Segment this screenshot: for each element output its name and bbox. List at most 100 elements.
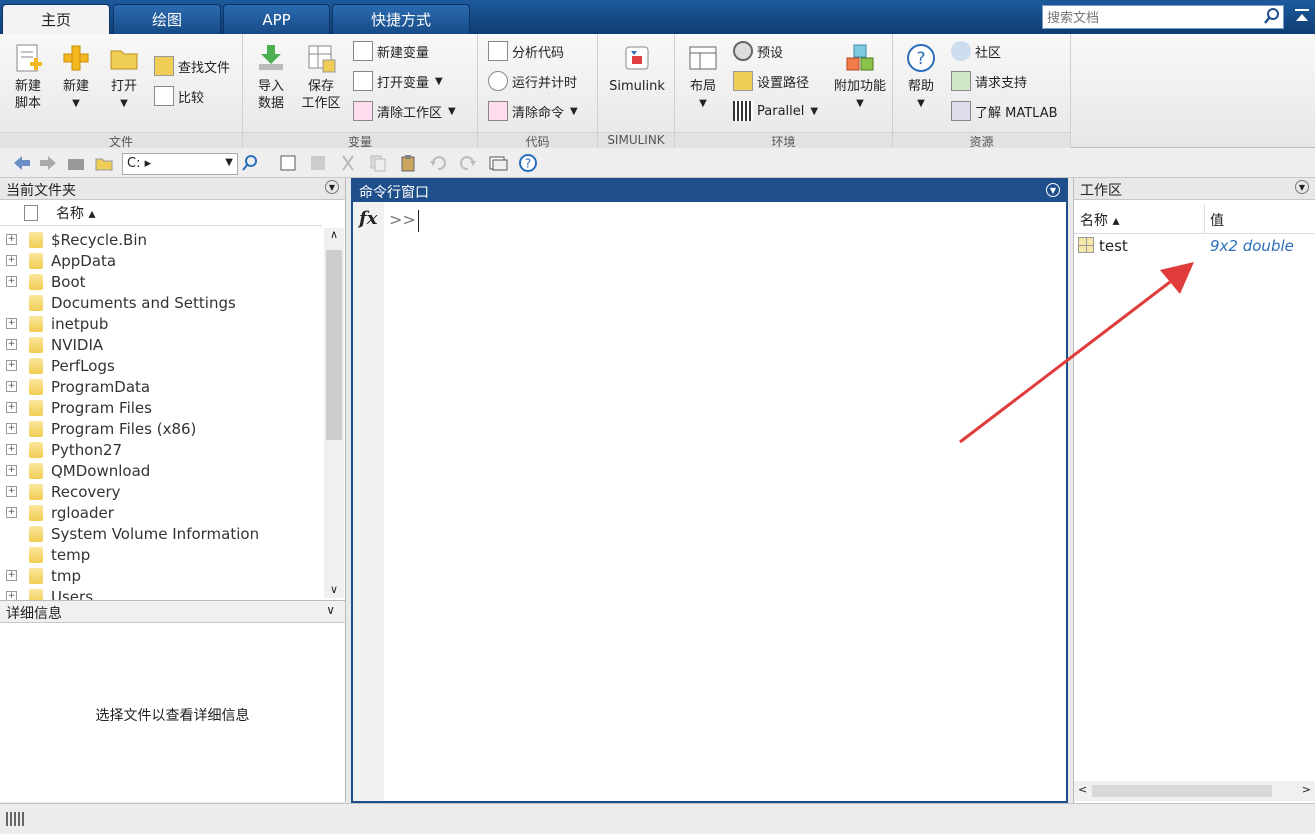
search-input[interactable] (1042, 5, 1284, 29)
tab-home[interactable]: 主页 (2, 4, 110, 34)
new-file-icon[interactable] (278, 153, 298, 173)
horizontal-scrollbar[interactable]: < > (1074, 781, 1315, 801)
forward-arrow-icon[interactable] (38, 153, 58, 173)
clear-commands-button[interactable]: 清除命令 ▼ (488, 99, 578, 123)
find-files-button[interactable]: 查找文件 (154, 54, 230, 78)
back-arrow-icon[interactable] (12, 153, 32, 173)
learn-matlab-button[interactable]: 了解 MATLAB (951, 99, 1058, 123)
panel-menu-icon[interactable]: ▼ (1046, 183, 1060, 197)
expand-icon[interactable]: + (6, 402, 17, 413)
run-and-time-icon (488, 71, 508, 91)
chevron-down-icon[interactable]: ∨ (326, 603, 335, 617)
expand-icon[interactable]: + (6, 465, 17, 476)
command-window[interactable]: 命令行窗口 ▼ fx >> (351, 178, 1068, 803)
preferences-button[interactable]: 预设 (733, 39, 783, 63)
expand-icon[interactable]: + (6, 444, 17, 455)
expand-icon[interactable]: + (6, 486, 17, 497)
scroll-left-icon[interactable]: < (1078, 783, 1087, 796)
svg-text:?: ? (916, 49, 925, 69)
folder-row[interactable]: + PerfLogs (0, 355, 322, 376)
browse-folder-icon[interactable] (94, 153, 114, 173)
expand-icon[interactable]: + (6, 507, 17, 518)
tab-plots[interactable]: 绘图 (113, 4, 221, 34)
folder-row[interactable]: + ProgramData (0, 376, 322, 397)
import-data-button[interactable]: 导入 数据 (245, 38, 297, 128)
name-column-header[interactable]: 名称 ▴ (1080, 210, 1119, 230)
paste-icon[interactable] (398, 153, 418, 173)
folder-row[interactable]: + rgloader (0, 502, 322, 523)
save-icon[interactable] (308, 153, 328, 173)
switch-windows-icon[interactable] (488, 153, 508, 173)
layout-button[interactable]: 布局 ▼ (677, 38, 729, 128)
scroll-right-icon[interactable]: > (1302, 783, 1311, 796)
copy-icon[interactable] (368, 153, 388, 173)
request-support-button[interactable]: 请求支持 (951, 69, 1027, 93)
community-button[interactable]: 社区 (951, 39, 1001, 63)
folder-row[interactable]: System Volume Information (0, 523, 322, 544)
fx-icon[interactable]: fx (359, 208, 377, 229)
parallel-button[interactable]: Parallel ▼ (733, 99, 818, 123)
status-grip-icon[interactable] (6, 812, 26, 826)
new-button[interactable]: 新建 ▼ (50, 38, 102, 128)
expand-icon[interactable]: + (6, 423, 17, 434)
scrollbar-thumb[interactable] (1092, 785, 1272, 797)
folder-row[interactable]: temp (0, 544, 322, 565)
set-path-button[interactable]: 设置路径 (733, 69, 809, 93)
folder-row[interactable]: + NVIDIA (0, 334, 322, 355)
simulink-button[interactable]: Simulink (606, 38, 668, 128)
expand-icon[interactable]: + (6, 360, 17, 371)
expand-icon[interactable]: + (6, 234, 17, 245)
folder-row[interactable]: + inetpub (0, 313, 322, 334)
panel-menu-icon[interactable]: ▼ (325, 180, 339, 194)
chevron-down-icon[interactable]: ▼ (225, 157, 233, 168)
cut-icon[interactable] (338, 153, 358, 173)
search-icon[interactable] (1262, 6, 1282, 26)
folder-row[interactable]: + Recovery (0, 481, 322, 502)
folder-row[interactable]: + Python27 (0, 439, 322, 460)
folder-row[interactable]: + AppData (0, 250, 322, 271)
expand-icon[interactable]: + (6, 318, 17, 329)
folder-row[interactable]: + $Recycle.Bin (0, 229, 322, 250)
column-divider[interactable] (1204, 204, 1205, 234)
add-ons-button[interactable]: 附加功能 ▼ (829, 38, 891, 128)
help-button[interactable]: ? 帮助 ▼ (895, 38, 947, 128)
new-script-button[interactable]: 新建 脚本 (2, 38, 54, 128)
folder-row[interactable]: + Boot (0, 271, 322, 292)
folder-row[interactable]: Documents and Settings (0, 292, 322, 313)
tab-apps[interactable]: APP (223, 4, 330, 34)
expand-icon[interactable]: + (6, 339, 17, 350)
scroll-down-icon[interactable]: ∨ (324, 583, 344, 596)
analyze-code-button[interactable]: 分析代码 (488, 39, 564, 63)
clear-workspace-button[interactable]: 清除工作区 ▼ (353, 99, 456, 123)
name-column-header[interactable]: 名称 ▴ (56, 203, 95, 223)
expand-icon[interactable]: + (6, 381, 17, 392)
run-and-time-button[interactable]: 运行并计时 (488, 69, 577, 93)
expand-icon[interactable]: + (6, 276, 17, 287)
folder-row[interactable]: + Program Files (x86) (0, 418, 322, 439)
help-icon[interactable]: ? (518, 153, 538, 173)
redo-icon[interactable] (458, 153, 478, 173)
open-button[interactable]: 打开 ▼ (98, 38, 150, 128)
save-workspace-button[interactable]: 保存 工作区 (295, 38, 347, 128)
folder-row[interactable]: + tmp (0, 565, 322, 586)
search-folder-icon[interactable] (240, 153, 260, 173)
folder-row[interactable]: + QMDownload (0, 460, 322, 481)
undo-icon[interactable] (428, 153, 448, 173)
vertical-scrollbar[interactable]: ∧ ∨ (324, 228, 344, 598)
value-column-header[interactable]: 值 (1210, 210, 1224, 230)
compare-button[interactable]: 比较 (154, 84, 204, 108)
expand-icon[interactable]: + (6, 255, 17, 266)
new-variable-button[interactable]: 新建变量 (353, 39, 429, 63)
address-bar[interactable]: C: ▸ ▼ (122, 153, 238, 175)
up-folder-icon[interactable] (66, 153, 86, 173)
collapse-ribbon-icon[interactable] (1292, 6, 1312, 26)
scroll-up-icon[interactable]: ∧ (324, 228, 344, 241)
tab-shortcuts[interactable]: 快捷方式 (332, 4, 470, 34)
open-variable-button[interactable]: 打开变量 ▼ (353, 69, 443, 93)
workspace-variable-row[interactable]: test 9x2 double (1074, 236, 1315, 258)
panel-menu-icon[interactable]: ▼ (1295, 180, 1309, 194)
expand-icon[interactable]: + (6, 570, 17, 581)
folder-name: PerfLogs (51, 356, 115, 375)
folder-row[interactable]: + Program Files (0, 397, 322, 418)
scrollbar-thumb[interactable] (326, 250, 342, 440)
